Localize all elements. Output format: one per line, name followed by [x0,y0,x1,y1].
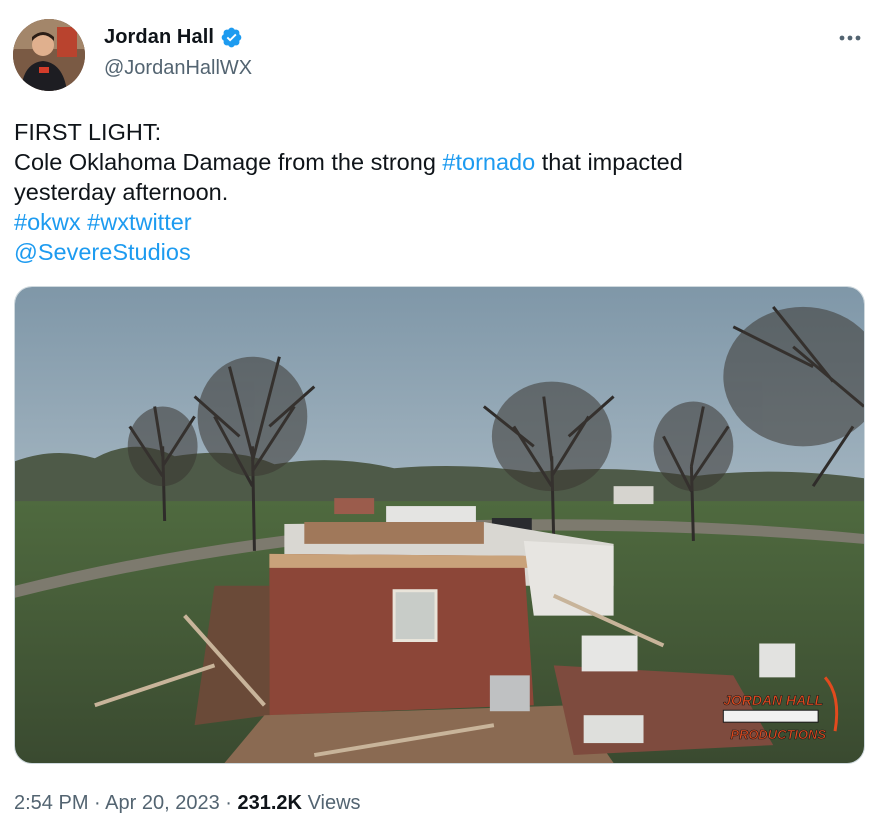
verified-badge-icon[interactable] [220,26,243,49]
meta-separator-2: · [225,792,232,814]
views-count[interactable]: 231.2K [238,792,303,814]
author-handle[interactable]: @JordanHallWX [104,57,252,80]
more-options-icon[interactable] [836,24,864,52]
hashtag-wxtwitter-link[interactable]: #wxtwitter [87,209,191,235]
tweet-mention-line: @SevereStudios [14,237,864,267]
mention-severestudios-link[interactable]: @SevereStudios [14,239,191,265]
hashtag-okwx-link[interactable]: #okwx [14,209,81,235]
avatar-image [13,19,85,91]
tweet-date-link[interactable]: Apr 20, 2023 [105,792,220,814]
watermark-line-2: PRODUCTIONS [730,727,826,742]
tweet-hashtags-line: #okwx #wxtwitter [14,207,864,237]
author-avatar[interactable] [13,19,85,91]
hashtag-tornado-link[interactable]: #tornado [442,149,535,175]
tweet-line-2-tail: that impacted [535,149,683,175]
tweet-time-link[interactable]: 2:54 PM [14,792,88,814]
tweet-text: FIRST LIGHT: Cole Oklahoma Damage from t… [14,117,864,267]
tweet-media-video[interactable]: JORDAN HALL PRODUCTIONS [14,286,865,764]
tweet-line-2-text: Cole Oklahoma Damage from the strong [14,149,443,175]
tweet-line-3: yesterday afternoon. [14,179,229,205]
author-display-name[interactable]: Jordan Hall [104,26,214,49]
tweet-card: Jordan Hall @JordanHallWX FIRST LIGHT: C… [0,0,888,838]
views-label: Views [307,792,361,814]
meta-separator-1: · [94,792,101,814]
tweet-meta: 2:54 PM · Apr 20, 2023 · 231.2K Views [14,792,361,815]
tweet-line-1: FIRST LIGHT: [14,119,162,145]
tweet-line-2: Cole Oklahoma Damage from the strong #to… [14,147,864,177]
video-thumbnail: JORDAN HALL PRODUCTIONS [15,287,864,763]
author-name-row[interactable]: Jordan Hall [104,26,243,49]
watermark-line-1: JORDAN HALL [723,692,823,708]
